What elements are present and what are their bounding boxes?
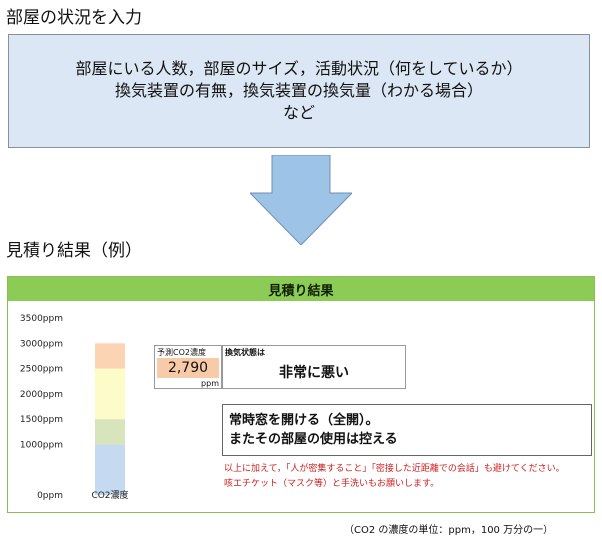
ventilation-state-value: 非常に悪い — [279, 365, 349, 381]
unit-footnote: （CO2 の濃度の単位：ppm，100 万分の一） — [344, 525, 554, 536]
ventilation-state-label: 換気状態は — [225, 348, 265, 357]
predicted-co2-label: 予測CO2濃度 — [157, 348, 206, 357]
input-description-line: など — [282, 103, 315, 122]
advice-line: またその部屋の使用は控える — [229, 432, 398, 447]
room-input-box[interactable]: 部屋にいる人数，部屋のサイズ，活動状況（何をしているか） 換気装置の有無，換気装… — [8, 34, 590, 148]
input-description-line: 部屋にいる人数，部屋のサイズ，活動状況（何をしているか） — [75, 59, 523, 78]
y-tick-label: 3500ppm — [20, 314, 63, 324]
y-tick-label: 1500ppm — [20, 415, 63, 425]
co2-band-bar — [95, 343, 125, 369]
advice-box: 常時窓を開ける（全開）。 またその部屋の使用は控える — [222, 404, 592, 456]
co2-band-bar — [95, 368, 125, 420]
y-tick-label: 2000ppm — [20, 390, 63, 400]
y-tick-label: 2500ppm — [20, 365, 63, 375]
y-tick-label: 1000ppm — [20, 440, 63, 450]
predicted-co2-box: 予測CO2濃度 2,790 ppm — [154, 345, 222, 389]
predicted-co2-unit: ppm — [201, 379, 219, 388]
predicted-co2-value: 2,790 — [157, 358, 219, 378]
advice-line: 常時窓を開ける（全開）。 — [229, 413, 379, 428]
input-section-heading: 部屋の状況を入力 — [6, 8, 142, 28]
co2-band-bar — [95, 444, 125, 495]
input-description-line: 換気装置の有無，換気装置の換気量（わかる場合） — [114, 81, 483, 100]
note-line: 咳エチケット（マスク等）と手洗いもお願いします。 — [224, 479, 440, 489]
co2-band-bar — [95, 419, 125, 445]
additional-note: 以上に加えて，「人が密集すること」「密接した近距離での会話」も避けてください。 … — [224, 462, 592, 492]
panel-title: 見積り結果 — [8, 277, 594, 301]
note-line: 以上に加えて，「人が密集すること」「密接した近距離での会話」も避けてください。 — [224, 464, 565, 474]
x-category-label: CO2濃度 — [91, 489, 128, 501]
down-arrow-icon — [250, 155, 352, 245]
result-section-heading: 見積り結果（例） — [6, 241, 142, 261]
ventilation-state-box: 換気状態は 非常に悪い — [222, 345, 406, 389]
y-tick-label: 3000ppm — [20, 339, 63, 349]
y-tick-label: 0ppm — [37, 491, 63, 501]
co2-level-chart: 0ppm 1000ppm 1500ppm 2000ppm 2500ppm 3000ppm 3… — [20, 314, 129, 501]
